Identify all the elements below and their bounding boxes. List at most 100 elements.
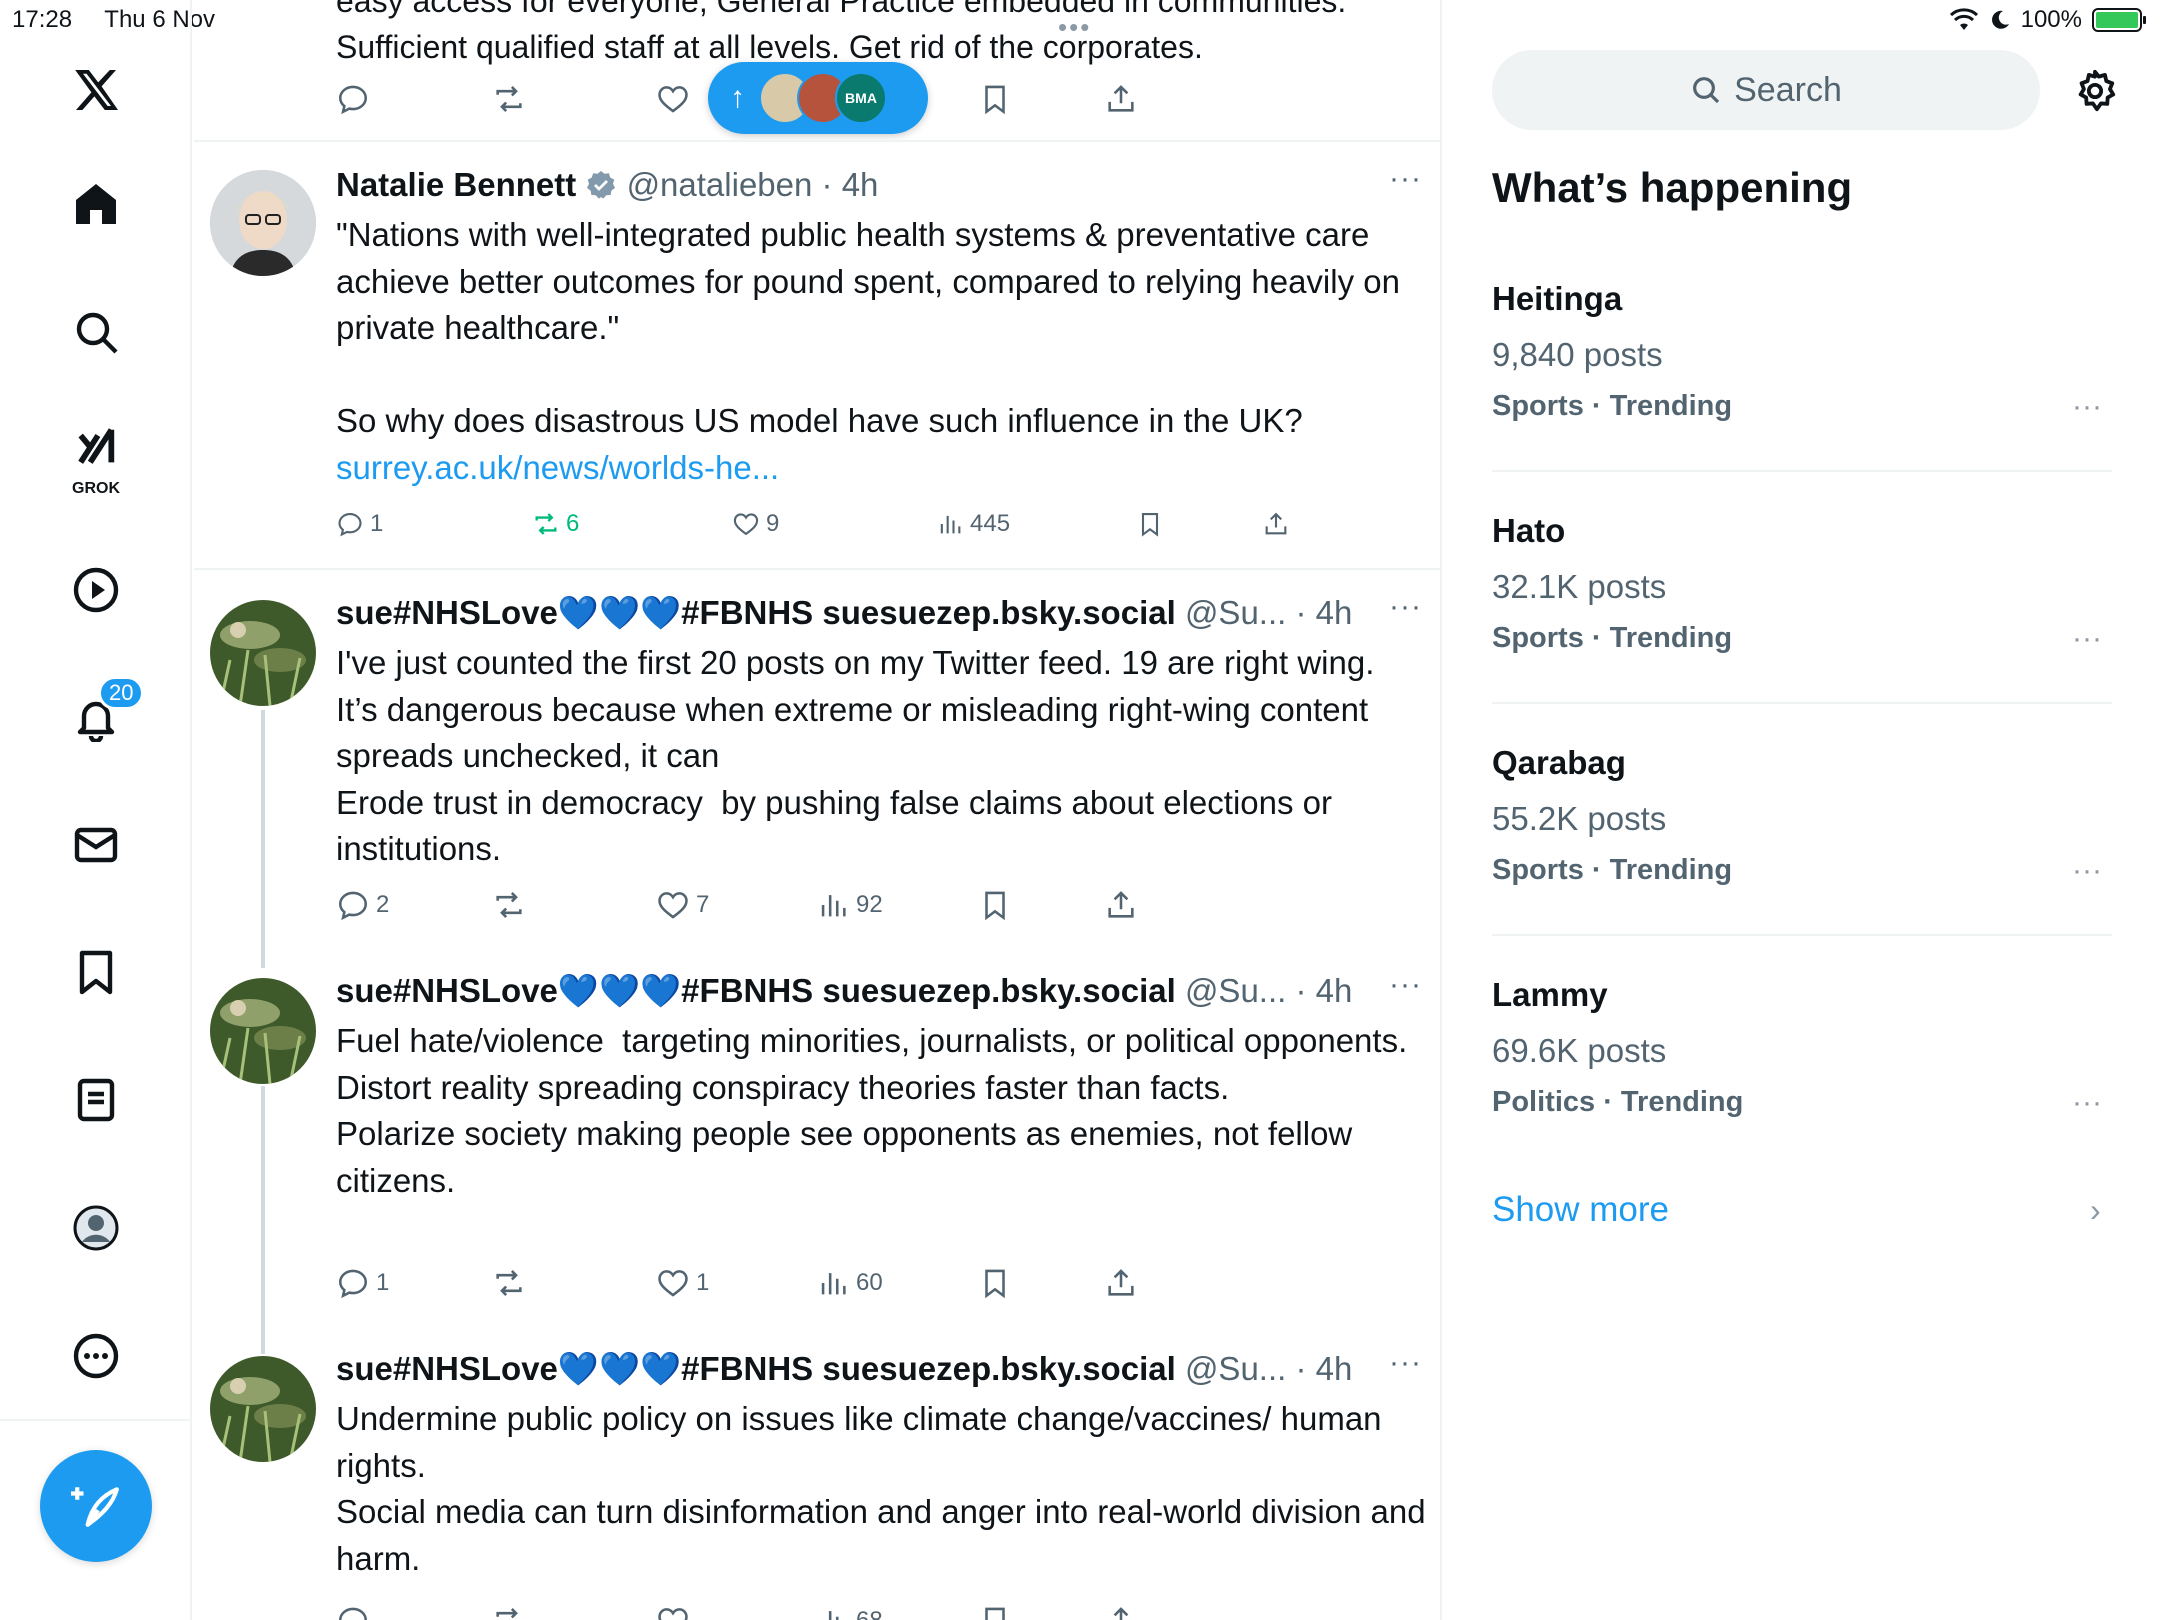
more-options-icon[interactable]: ··· [1389,1346,1422,1380]
search-icon[interactable] [56,292,136,372]
status-bar-right: 100% [1949,6,2146,34]
tweet-text: Fuel hate/violence targeting minorities,… [336,1022,1408,1199]
share-button[interactable] [1262,510,1290,538]
more-options-icon[interactable]: ··· [1389,590,1422,624]
trend-item[interactable]: Qarabag 55.2K posts Sports · Trending ··… [1492,744,2112,887]
settings-gear-icon[interactable] [2072,68,2118,114]
repost-button[interactable] [492,1604,526,1620]
reply-count: 1 [376,1269,390,1296]
share-button[interactable] [1104,1604,1138,1620]
tweet-natalie-bennett[interactable]: Natalie Bennett @natalieben · 4h ··· "Na… [194,142,1440,568]
repost-button[interactable] [492,82,526,116]
repost-button[interactable]: 6 [532,510,579,538]
home-icon[interactable] [56,164,136,244]
compose-button[interactable] [40,1450,152,1562]
avatar[interactable] [210,1356,316,1462]
view-count: 92 [856,891,883,918]
list-icon[interactable] [56,1060,136,1140]
grok-icon[interactable]: GROK [56,418,136,498]
moon-icon [1991,10,2009,29]
tweet-time[interactable]: 4h [1316,1350,1353,1387]
bookmark-button[interactable] [978,1266,1012,1300]
tweet-text: Undermine public policy on issues like c… [336,1400,1426,1577]
repost-button[interactable] [492,1266,526,1300]
view-count: 445 [970,510,1011,537]
battery-icon [2092,8,2146,32]
trend-item[interactable]: Lammy 69.6K posts Politics · Trending ··… [1492,976,2112,1119]
left-navigation: GROK 20 [0,0,192,1620]
share-button[interactable] [1104,888,1138,922]
like-button[interactable]: 1 [656,1266,709,1300]
more-icon[interactable] [56,1316,136,1396]
author-handle[interactable]: @Su... [1185,972,1286,1009]
tweet-time[interactable]: 4h [1316,972,1353,1009]
tweet-sue-3[interactable]: sue#NHSLove💙💙💙#FBNHS suesuezep.bsky.soci… [194,1326,1440,1620]
bookmark-button[interactable] [978,1604,1012,1620]
bookmark-button[interactable] [1136,510,1164,538]
profile-avatar-icon[interactable] [56,1188,136,1268]
trend-item[interactable]: Heitinga 9,840 posts Sports · Trending ·… [1492,280,2112,423]
avatar[interactable] [210,600,316,706]
tweet-time[interactable]: 4h [842,166,879,203]
author-name[interactable]: Natalie Bennett [336,166,576,203]
new-posts-pill[interactable]: ↑ BMA [708,62,928,134]
reply-button[interactable]: 2 [336,888,389,922]
author-name[interactable]: sue#NHSLove💙💙💙#FBNHS suesuezep.bsky.soci… [336,594,1176,631]
author-handle[interactable]: @Su... [1185,594,1286,631]
like-button[interactable]: 9 [732,510,779,538]
views-button[interactable]: 60 [816,1266,883,1300]
tweet-sue-2[interactable]: sue#NHSLove💙💙💙#FBNHS suesuezep.bsky.soci… [194,948,1440,1326]
bookmark-icon[interactable] [56,932,136,1012]
like-button[interactable] [656,82,690,116]
author-handle[interactable]: @natalieben [627,166,813,203]
share-button[interactable] [1104,82,1138,116]
reply-button[interactable] [336,1604,370,1620]
reply-button[interactable] [336,82,370,116]
avatar[interactable] [210,978,316,1084]
trend-divider [1492,702,2112,704]
tweet-text: I've just counted the first 20 posts on … [336,644,1375,867]
notifications-icon[interactable]: 20 [56,676,145,758]
video-icon[interactable] [56,550,136,630]
tweet-actions: 1 6 9 445 [336,510,1336,550]
like-button[interactable]: 7 [656,888,709,922]
trend-item[interactable]: Hato 32.1K posts Sports · Trending ··· [1492,512,2112,655]
bookmark-button[interactable] [978,888,1012,922]
show-more-link[interactable]: Show more [1492,1190,1669,1230]
reply-button[interactable]: 1 [336,510,383,538]
tweet-sue-1[interactable]: sue#NHSLove💙💙💙#FBNHS suesuezep.bsky.soci… [194,570,1440,948]
timeline-feed[interactable]: ••• easy access for everyone, General Pr… [194,0,1442,1620]
search-input[interactable]: Search [1492,50,2040,130]
trend-more-icon[interactable]: ··· [2072,854,2102,888]
reply-button[interactable]: 1 [336,1266,389,1300]
heart-icon [658,1270,688,1297]
trend-more-icon[interactable]: ··· [2072,1086,2102,1120]
dot-separator: · [1286,1350,1316,1387]
repost-icon [535,513,557,535]
views-button[interactable]: 92 [816,888,883,922]
trend-more-icon[interactable]: ··· [2072,390,2102,424]
x-logo-icon[interactable] [56,50,136,130]
author-handle[interactable]: @Su... [1185,1350,1286,1387]
mail-icon[interactable] [56,805,136,885]
bookmark-button[interactable] [978,82,1012,116]
trend-more-icon[interactable]: ··· [2072,622,2102,656]
more-options-icon[interactable]: ··· [1389,968,1422,1002]
tweet-link[interactable]: surrey.ac.uk/news/worlds-he... [336,449,779,486]
author-name[interactable]: sue#NHSLove💙💙💙#FBNHS suesuezep.bsky.soci… [336,1350,1176,1387]
tweet-header: Natalie Bennett @natalieben · 4h [336,166,878,204]
repost-icon [496,1270,522,1296]
reply-icon [338,513,362,537]
tweet-time[interactable]: 4h [1316,594,1353,631]
share-button[interactable] [1104,1266,1138,1300]
heart-icon [658,86,688,113]
like-button[interactable] [656,1604,690,1620]
trend-name: Lammy [1492,976,1608,1013]
author-name[interactable]: sue#NHSLove💙💙💙#FBNHS suesuezep.bsky.soci… [336,972,1176,1009]
views-button[interactable]: 68 [816,1604,883,1620]
avatar[interactable] [210,170,316,276]
repost-button[interactable] [492,888,526,922]
views-button[interactable]: 445 [936,510,1010,538]
more-options-icon[interactable]: ··· [1389,162,1422,196]
notification-badge: 20 [98,676,145,710]
